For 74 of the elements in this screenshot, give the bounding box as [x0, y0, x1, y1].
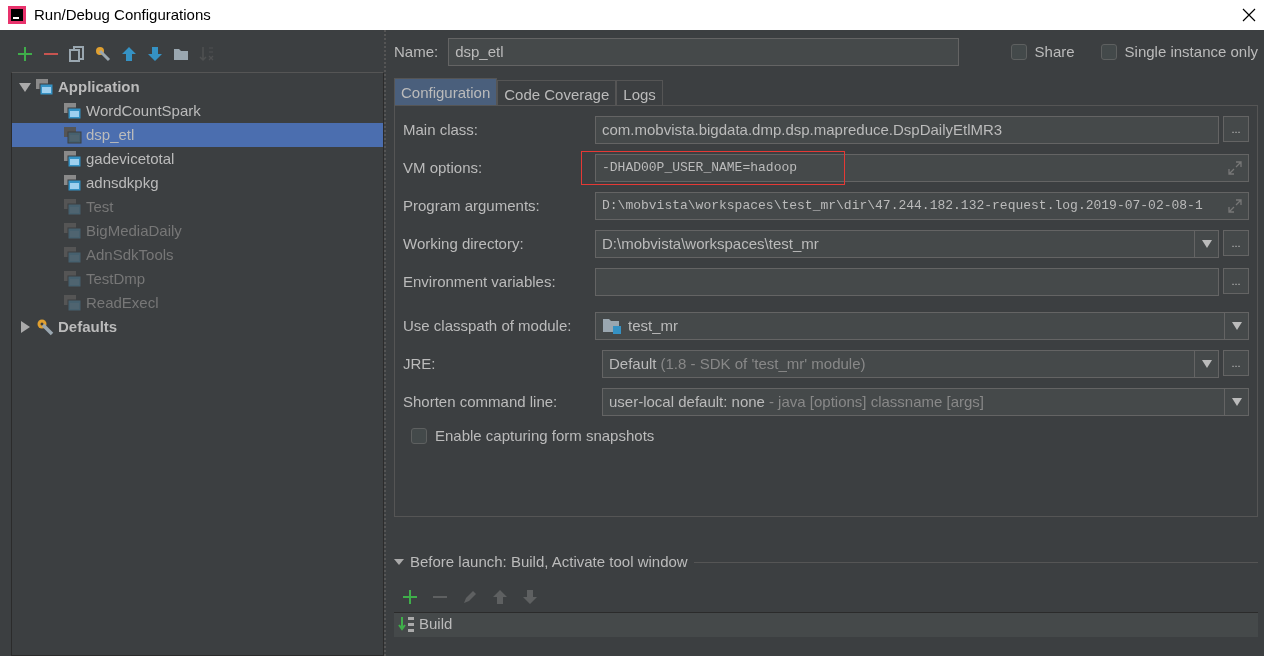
- dropdown-button[interactable]: [1195, 230, 1219, 258]
- app-logo-icon: [8, 6, 26, 24]
- close-icon[interactable]: [1242, 8, 1256, 22]
- add-icon[interactable]: [17, 46, 33, 62]
- checkbox[interactable]: [411, 428, 427, 445]
- tab[interactable]: Logs: [616, 80, 663, 105]
- window-icon: [64, 246, 82, 264]
- field-label: Main class:: [403, 119, 480, 140]
- field-label: JRE:: [403, 353, 437, 374]
- window-icon: [64, 102, 82, 120]
- dropdown-field[interactable]: user-local default: none - java [options] classname [args]: [602, 388, 1225, 416]
- field-label: Program arguments:: [403, 195, 541, 216]
- window-icon: [64, 150, 82, 168]
- input-field[interactable]: D:\mobvista\workspaces\test_mr\dir\47.244.182.132-request.log.2019-07-02-08-1: [595, 192, 1249, 220]
- checkbox-label: Share: [1034, 41, 1075, 62]
- name-field[interactable]: dsp_etl: [448, 38, 960, 66]
- field-label: Shorten command line:: [403, 391, 559, 412]
- dropdown-button[interactable]: [1225, 312, 1249, 340]
- window-icon: [64, 174, 82, 192]
- tree-item[interactable]: dsp_etl: [12, 123, 383, 147]
- window-icon: [64, 222, 82, 240]
- tree-node[interactable]: Application: [12, 75, 383, 99]
- expand-icon[interactable]: [1228, 161, 1242, 175]
- tree-item[interactable]: gadevicetotal: [12, 147, 383, 171]
- tree-node[interactable]: Defaults: [12, 315, 383, 339]
- checkbox-label: Enable capturing form snapshots: [435, 426, 655, 446]
- field-label: Working directory:: [403, 233, 525, 254]
- window-icon: [64, 126, 82, 144]
- checkbox[interactable]: [1100, 44, 1117, 60]
- tab[interactable]: Code Coverage: [497, 80, 617, 105]
- folder-icon[interactable]: [173, 46, 189, 62]
- tree-item[interactable]: adnsdkpkg: [12, 171, 383, 195]
- dropdown-button[interactable]: [1225, 388, 1249, 416]
- expand-arrow-icon[interactable]: [18, 320, 32, 334]
- arrow-up-icon[interactable]: [121, 46, 137, 62]
- section-title[interactable]: Before launch: Build, Activate tool window: [410, 551, 688, 574]
- window-title: Run/Debug Configurations: [34, 4, 211, 25]
- list-item[interactable]: Build: [394, 612, 1258, 637]
- caret-icon: [1200, 358, 1213, 370]
- input-field[interactable]: com.mobvista.bigdata.dmp.dsp.mapreduce.DspDailyEtlMR3: [595, 116, 1219, 144]
- browse-button[interactable]: ...: [1223, 268, 1249, 294]
- collapse-arrow-icon[interactable]: [18, 80, 32, 94]
- browse-button[interactable]: ...: [1223, 116, 1249, 142]
- wrench-icon[interactable]: [95, 46, 111, 62]
- window-icon: [64, 198, 82, 216]
- window-icon: [64, 294, 82, 312]
- add-icon[interactable]: [402, 588, 418, 605]
- input-field[interactable]: [595, 268, 1219, 296]
- dropdown-button[interactable]: [1195, 350, 1219, 378]
- field-label: Environment variables:: [403, 271, 557, 292]
- caret-icon: [1200, 238, 1213, 250]
- tab[interactable]: Configuration: [394, 78, 498, 105]
- dropdown-field[interactable]: Default (1.8 - SDK of 'test_mr' module): [602, 350, 1195, 378]
- field-label: VM options:: [403, 157, 484, 178]
- checkbox[interactable]: [1010, 44, 1027, 60]
- browse-button[interactable]: ...: [1223, 230, 1249, 256]
- arrow-down-icon[interactable]: [147, 46, 163, 62]
- caret-icon: [1230, 320, 1243, 332]
- dropdown-field[interactable]: D:\mobvista\workspaces\test_mr: [595, 230, 1195, 258]
- wrench-icon: [36, 318, 54, 336]
- expand-icon[interactable]: [1228, 199, 1242, 213]
- caret-icon: [1230, 396, 1243, 408]
- module-folder-icon: [602, 317, 622, 335]
- build-icon: [398, 615, 416, 634]
- window-icon: [64, 270, 82, 288]
- tree-item[interactable]: WordCountSpark: [12, 99, 383, 123]
- input-field[interactable]: -DHAD00P_USER_NAME=hadoop: [595, 154, 1249, 182]
- copy-icon[interactable]: [69, 46, 85, 62]
- name-label: Name:: [394, 41, 439, 62]
- window-icon: [36, 78, 54, 96]
- dropdown-field[interactable]: test_mr: [595, 312, 1225, 340]
- checkbox-label: Single instance only: [1124, 41, 1258, 62]
- field-label: Use classpath of module:: [403, 315, 573, 336]
- browse-button[interactable]: ...: [1223, 350, 1249, 376]
